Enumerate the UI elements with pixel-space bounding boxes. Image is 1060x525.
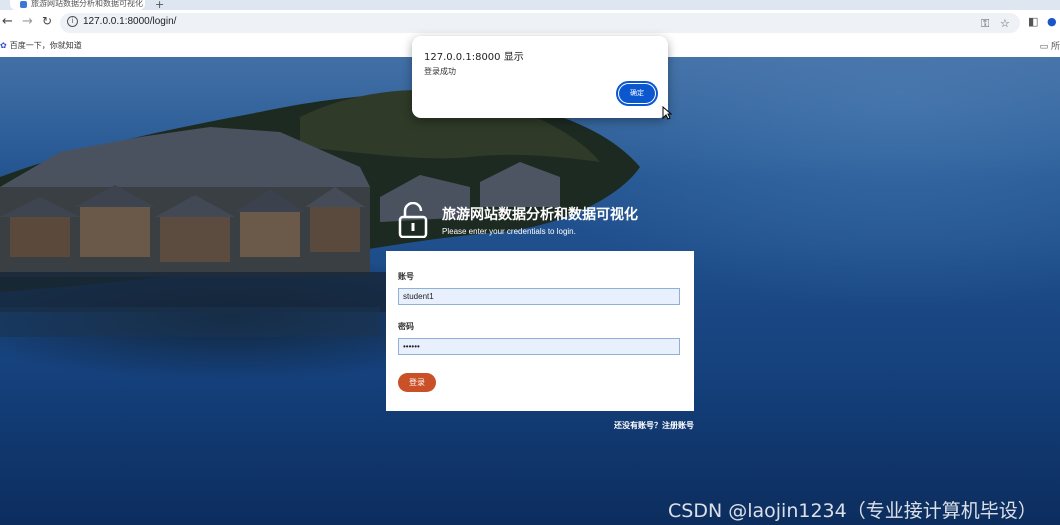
dialog-ok-button[interactable]: 确定 [616,81,658,106]
username-label: 账号 [398,272,414,281]
forward-arrow-icon[interactable]: → [22,14,33,29]
tab-strip: 旅游网站数据分析和数据可视化 + [0,0,1060,11]
bookmark-baidu[interactable]: ✿ 百度一下，你就知道 [0,40,82,51]
password-input[interactable]: •••••• [398,338,680,355]
tab-title: 旅游网站数据分析和数据可视化 [31,0,143,8]
browser-toolbar: ← → ↻ i 127.0.0.1:8000/login/ ⚿ ☆ ◧ ● [0,10,1060,36]
dialog-title: 127.0.0.1:8000 显示 [424,52,524,63]
side-panel-icon[interactable]: ◧ [1028,15,1038,28]
back-arrow-icon[interactable]: ← [2,14,13,29]
password-label: 密码 [398,322,414,331]
bookmarks-folder[interactable]: ▭ 所 [1040,39,1060,52]
mouse-cursor-icon [662,106,672,120]
bookmarks-folder-label: 所 [1050,42,1060,52]
browser-tab[interactable]: 旅游网站数据分析和数据可视化 [10,0,145,10]
alert-dialog: 127.0.0.1:8000 显示 登录成功 确定 [412,36,668,118]
register-link[interactable]: 还没有账号？注册账号 [614,420,694,431]
site-info-icon[interactable]: i [67,16,78,27]
profile-icon[interactable]: ● [1047,15,1057,28]
baidu-paw-icon: ✿ [0,41,7,50]
username-input[interactable]: student1 [398,288,680,305]
tab-favicon-icon [20,1,27,8]
login-form: 账号 student1 密码 •••••• 登录 [386,251,694,411]
watermark: CSDN @laojin1234（专业接计算机毕设） [668,500,1037,522]
login-button[interactable]: 登录 [398,373,436,392]
login-page: 旅游网站数据分析和数据可视化 Please enter your credent… [0,57,1060,525]
bookmark-star-icon[interactable]: ☆ [1000,17,1010,30]
key-icon[interactable]: ⚿ [981,17,989,31]
folder-icon: ▭ [1039,42,1051,52]
site-subtitle: Please enter your credentials to login. [442,227,576,236]
unlock-icon [398,202,428,238]
reload-icon[interactable]: ↻ [42,14,52,28]
address-bar[interactable]: i 127.0.0.1:8000/login/ ⚿ ☆ [60,13,1020,33]
address-url[interactable]: 127.0.0.1:8000/login/ [83,16,176,27]
dialog-message: 登录成功 [424,67,456,76]
bookmark-label: 百度一下，你就知道 [9,41,82,50]
site-title: 旅游网站数据分析和数据可视化 [442,207,638,223]
